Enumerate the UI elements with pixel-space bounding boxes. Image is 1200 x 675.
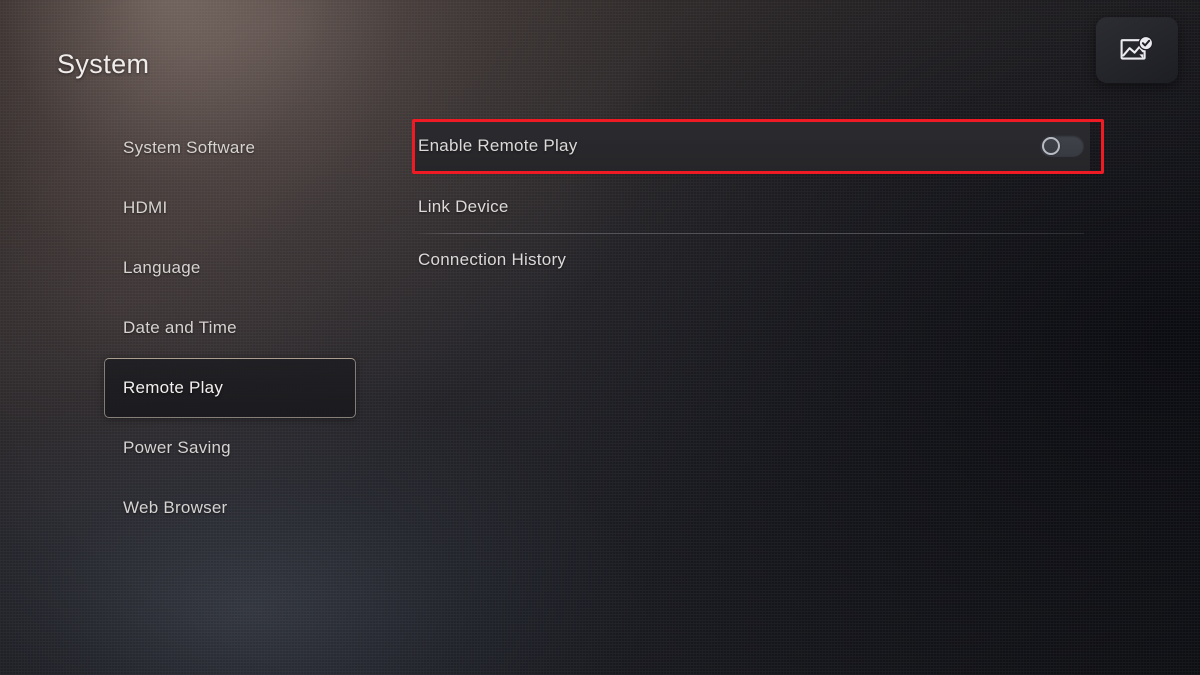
screenshot-saved-notification[interactable] [1096, 17, 1178, 83]
sidebar-item-label: Language [123, 258, 201, 277]
toggle-knob [1042, 137, 1060, 155]
option-label: Link Device [418, 197, 509, 216]
row-spacer [418, 172, 1084, 181]
sidebar-item-label: System Software [123, 138, 256, 157]
option-row-enable-remote-play[interactable]: Enable Remote Play [412, 120, 1090, 172]
remote-play-options-panel: Enable Remote Play Link Device Connectio… [412, 120, 1090, 286]
page-title: System [57, 49, 150, 79]
option-row-link-device[interactable]: Link Device [418, 181, 1084, 233]
sidebar-item-language[interactable]: Language [104, 238, 356, 298]
sidebar-item-label: Power Saving [123, 438, 231, 457]
enable-remote-play-toggle[interactable] [1040, 135, 1084, 157]
sidebar-item-date-and-time[interactable]: Date and Time [104, 298, 356, 358]
sidebar-item-label: Date and Time [123, 318, 237, 337]
sidebar-item-web-browser[interactable]: Web Browser [104, 478, 356, 538]
sidebar-item-hdmi[interactable]: HDMI [104, 178, 356, 238]
sidebar-item-power-saving[interactable]: Power Saving [104, 418, 356, 478]
sidebar-item-label: Web Browser [123, 498, 228, 517]
screenshot-saved-icon [1120, 35, 1154, 65]
sidebar-item-remote-play[interactable]: Remote Play [104, 358, 356, 418]
sidebar-item-label: HDMI [123, 198, 168, 217]
sidebar-item-label: Remote Play [123, 378, 224, 397]
option-label: Enable Remote Play [418, 136, 578, 155]
option-label: Connection History [418, 250, 567, 269]
sidebar-item-system-software[interactable]: System Software [104, 118, 356, 178]
ps5-system-settings-screen: System System Software HDMI Language Dat… [0, 0, 1200, 675]
option-row-connection-history[interactable]: Connection History [418, 234, 1084, 286]
settings-sidebar: System Software HDMI Language Date and T… [104, 118, 356, 538]
